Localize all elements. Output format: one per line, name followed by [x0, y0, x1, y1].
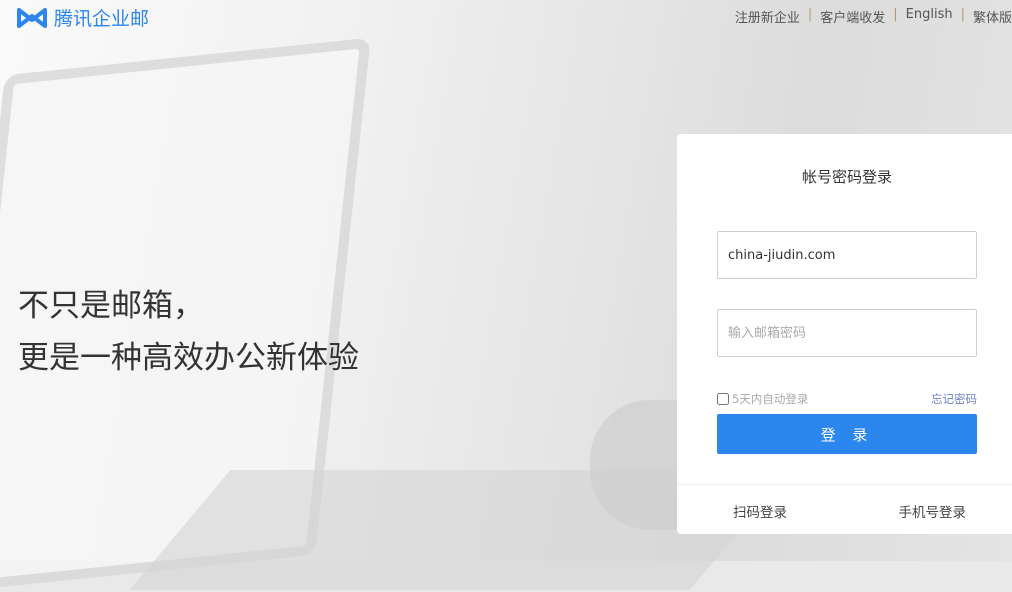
phone-login-link[interactable]: 手机号登录: [899, 501, 967, 521]
register-link[interactable]: 注册新企业: [735, 7, 800, 26]
brand-name: 腾讯企业邮: [54, 8, 150, 30]
brand-logo[interactable]: 腾讯企业邮: [16, 4, 149, 31]
forgot-password-link[interactable]: 忘记密码: [931, 391, 977, 407]
top-nav: 注册新企业 | 客户端收发 | English | 繁体版: [735, 7, 1012, 26]
divider: |: [893, 7, 898, 22]
login-button[interactable]: 登 录: [717, 414, 977, 454]
auto-login-label: 5天内自动登录: [732, 392, 809, 406]
password-input[interactable]: [717, 309, 977, 357]
slogan: 不只是邮箱， 更是一种高效办公新体验: [18, 280, 359, 384]
slogan-line-2: 更是一种高效办公新体验: [18, 340, 359, 376]
divider: |: [960, 7, 965, 22]
login-panel: 帐号密码登录 5天内自动登录 忘记密码 登 录 扫码登录 手机号登录: [677, 134, 1012, 534]
auto-login-checkbox[interactable]: [717, 393, 729, 405]
auto-login[interactable]: 5天内自动登录: [717, 391, 808, 407]
english-link[interactable]: English: [906, 7, 953, 26]
account-input[interactable]: [717, 231, 977, 279]
traditional-link[interactable]: 繁体版: [973, 7, 1012, 26]
logo-icon: [17, 7, 47, 28]
slogan-line-1: 不只是邮箱，: [18, 288, 204, 324]
client-link[interactable]: 客户端收发: [820, 7, 885, 26]
login-title: 帐号密码登录: [801, 168, 892, 186]
alt-login: 扫码登录 手机号登录: [677, 484, 1012, 521]
qr-login-link[interactable]: 扫码登录: [733, 501, 787, 521]
divider: |: [807, 7, 813, 22]
